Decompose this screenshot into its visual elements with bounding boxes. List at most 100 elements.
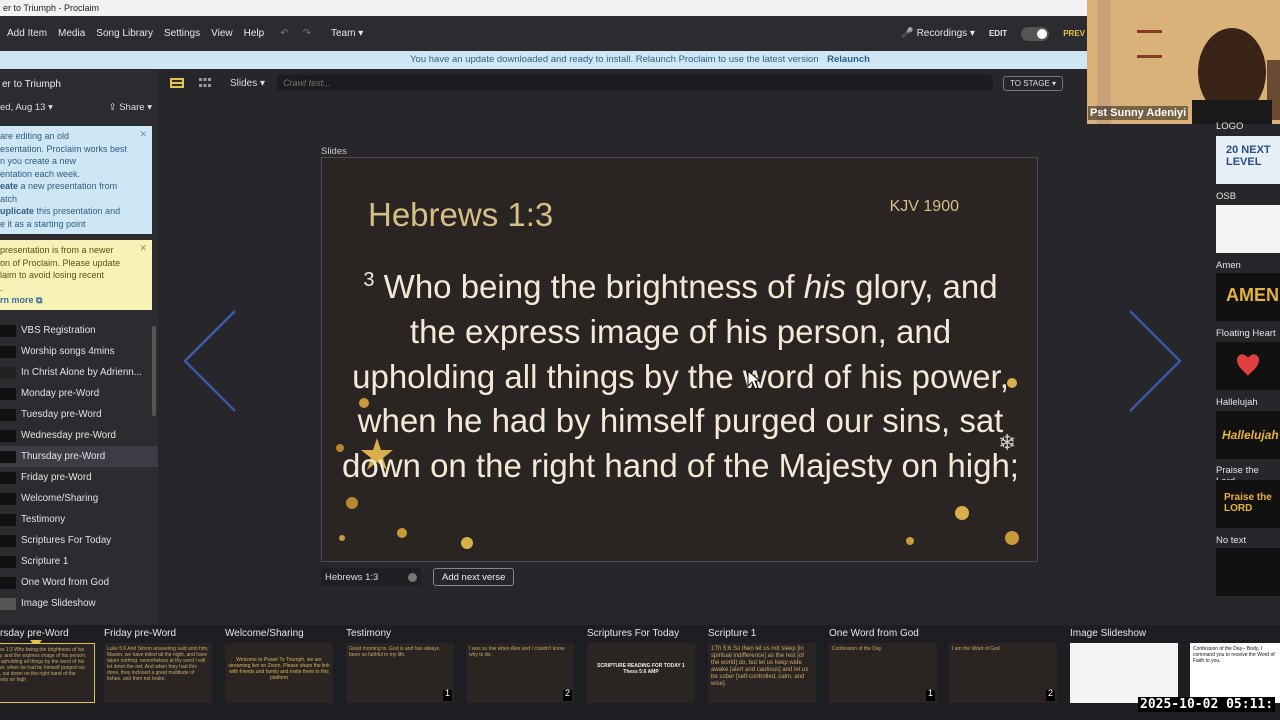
note-line: entation each week. [0,168,81,179]
slide-count-badge: 2 [563,689,572,701]
crawl-text-input[interactable] [277,75,994,91]
previous-slide-arrow-icon[interactable] [180,306,240,416]
edit-label: EDIT [988,29,1008,38]
verse-text-part: Who being the brightness of [374,268,804,305]
item-thumbnail [0,450,16,463]
strip-thumbnail[interactable]: 1Th 5:6 So then let us not sleep [in spi… [708,643,816,703]
right-item-thumbnail[interactable]: Hallelujah [1216,411,1280,459]
right-item-thumbnail[interactable]: 20 NEXT LEVEL [1216,136,1280,184]
left-panel-scrollbar[interactable] [152,326,156,416]
list-item[interactable]: In Christ Alone by Adrienn... [0,362,158,383]
right-item-thumbnail[interactable] [1216,342,1280,390]
right-item-thumbnail[interactable] [1216,205,1280,253]
right-item-thumbnail[interactable]: AMEN [1216,273,1280,321]
list-item[interactable]: Welcome/Sharing [0,488,158,509]
note-line: are editing an old [0,131,70,141]
menu-song-library[interactable]: Song Library [96,28,153,39]
microphone-icon: 🎤 [901,28,914,39]
strip-thumbnail[interactable]: Good morning to. God is and has always b… [346,643,454,703]
undo-icon[interactable]: ↶ [280,28,288,39]
slide-count-badge: 1 [926,689,935,701]
create-link[interactable]: eate [0,181,18,191]
list-item[interactable]: Scriptures For Today [0,530,158,551]
menu-settings[interactable]: Settings [164,28,200,39]
external-link-icon: ⧉ [36,295,43,305]
to-stage-button[interactable]: TO STAGE ▾ [1003,75,1064,91]
list-item[interactable]: Wednesday pre-Word [0,425,158,446]
reference-value: Hebrews 1:3 [325,571,379,583]
list-item-label: Tuesday pre-Word [21,409,102,420]
team-dropdown[interactable]: Team ▾ [331,28,363,39]
strip-thumbnail[interactable]: I am the Word of God 2 [949,643,1057,703]
grid-view-icon[interactable] [194,73,216,93]
clear-icon[interactable] [408,572,417,582]
slide-preview[interactable]: ❄ Hebrews 1:3 KJV 1900 3 Who being the b… [321,157,1038,562]
thumb-text: Good morning to. God is and has always b… [349,646,440,658]
strip-label: Scripture 1 [708,628,757,639]
strip-thumbnail[interactable]: I was so low when Alex and I couldn't kn… [466,643,574,703]
strip-label: One Word from God [829,628,919,639]
right-item-thumbnail[interactable]: Praise the LORD [1216,480,1280,528]
verse-text-italic: his [803,268,846,305]
scripture-reference-field[interactable]: Hebrews 1:3 [321,568,421,586]
strip-thumbnail[interactable]: Confession of the Day-- Body, I command … [1190,643,1280,703]
duplicate-link[interactable]: uplicate [0,206,34,216]
item-thumbnail [0,324,16,337]
list-item[interactable]: Monday pre-Word [0,383,158,404]
item-thumbnail [0,366,16,379]
list-item[interactable]: VBS Registration [0,320,158,341]
relaunch-link[interactable]: Relaunch [827,54,870,65]
menu-add-item[interactable]: Add Item [7,28,47,39]
strip-thumbnail[interactable]: Luke 5:6 And Simon answering said unto h… [104,643,212,703]
strip-label: Friday pre-Word [104,628,177,639]
list-item[interactable]: Testimony [0,509,158,530]
strip-label: Scriptures For Today [587,628,680,639]
list-item-label: VBS Registration [21,325,96,336]
verse-number: 3 [363,269,375,291]
mouse-cursor-icon [747,370,761,390]
item-thumbnail [0,513,16,526]
strip-thumbnail[interactable]: Confession of the Day 1 [829,643,937,703]
right-item-thumbnail[interactable] [1216,548,1280,596]
strip-thumbnail[interactable]: Welcome to Power To Triumph, we are stre… [225,643,333,703]
share-button[interactable]: ⇪ Share ▾ [109,102,152,122]
strip-thumbnail[interactable]: SCRIPTURE READING FOR TODAY 1 Thess 5:6 … [587,643,695,703]
list-item[interactable]: Friday pre-Word [0,467,158,488]
date-dropdown[interactable]: ed, Aug 13 ▾ [0,102,53,122]
right-item-label: No text [1216,535,1247,546]
right-item-label: Floating Heart [1216,328,1276,339]
strip-label: Image Slideshow [1070,628,1147,639]
menu-help[interactable]: Help [244,28,265,39]
list-item[interactable]: One Word from God [0,572,158,593]
learn-more-link[interactable]: rn more ⧉ [0,294,149,307]
list-item[interactable]: Scripture 1 [0,551,158,572]
to-stage-label: TO STAGE [1010,78,1050,88]
menu-media[interactable]: Media [58,28,85,39]
next-slide-arrow-icon[interactable] [1125,306,1185,416]
thumb-text: Praise the LORD [1224,492,1272,514]
strip-thumbnail[interactable]: brews 1:3 Who being the brightness of hi… [0,643,95,703]
list-item-label: Welcome/Sharing [21,493,99,504]
list-item-selected[interactable]: Thursday pre-Word [0,446,158,467]
note-text: a new presentation from [18,181,118,191]
item-thumbnail [0,408,16,421]
list-item[interactable]: Image Slideshow [0,593,158,614]
list-item-label: Monday pre-Word [21,388,100,399]
thumb-text: AMEN [1226,285,1279,305]
edit-preview-toggle[interactable] [1021,26,1050,41]
thumb-text: Confession of the Day [832,646,882,652]
redo-icon[interactable]: ↷ [303,28,311,39]
recordings-dropdown[interactable]: 🎤 Recordings ▾ [901,28,975,39]
slides-dropdown[interactable]: Slides ▾ [230,78,265,89]
strip-thumbnail[interactable] [1070,643,1178,703]
add-next-verse-button[interactable]: Add next verse [433,568,515,586]
list-item[interactable]: Tuesday pre-Word [0,404,158,425]
list-item[interactable]: Worship songs 4mins [0,341,158,362]
slide-toolbar: Slides ▾ TO STAGE ▾ [160,71,1090,95]
single-view-icon[interactable] [166,73,188,93]
item-thumbnail [0,429,16,442]
close-icon[interactable]: ✕ [139,242,147,255]
menu-view[interactable]: View [211,28,233,39]
verse-text: 3 Who being the brightness of his glory,… [342,258,1019,489]
close-icon[interactable]: ✕ [139,128,147,141]
